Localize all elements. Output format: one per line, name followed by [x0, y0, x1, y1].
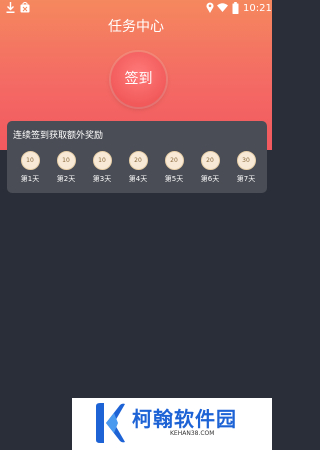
location-icon	[206, 2, 214, 13]
battery-icon	[232, 2, 239, 14]
watermark-url: KEHAN38.COM	[170, 430, 215, 437]
coin-icon: 20	[200, 151, 220, 170]
day-label: 第1天	[20, 175, 40, 183]
day-item: 10 第2天	[51, 151, 81, 184]
status-time: 10:21	[243, 3, 272, 14]
coin-icon: 20	[164, 151, 184, 170]
coin-icon: 10	[92, 151, 112, 170]
bag-icon	[20, 2, 30, 13]
day-label: 第4天	[128, 175, 148, 183]
download-icon	[6, 2, 15, 13]
day-item: 20 第4天	[123, 151, 153, 184]
watermark-name: 柯翰软件园	[132, 407, 237, 431]
day-item: 10 第3天	[87, 151, 117, 184]
day-label: 第3天	[92, 175, 112, 183]
coin-icon: 20	[128, 151, 148, 170]
day-item: 20 第6天	[195, 151, 225, 184]
day-item: 10 第1天	[15, 151, 45, 184]
day-label: 第2天	[56, 175, 76, 183]
page-title: 任务中心	[108, 19, 164, 35]
watermark-logo-icon	[96, 403, 125, 443]
coin-icon: 10	[56, 151, 76, 170]
watermark: 柯翰软件园 KEHAN38.COM	[72, 398, 272, 450]
reward-card: 连续签到获取额外奖励 10 第1天 10 第2天 10 第3天 20 第4天 2…	[7, 121, 267, 193]
checkin-button[interactable]: 签到	[111, 52, 166, 107]
day-label: 第6天	[200, 175, 220, 183]
day-label: 第7天	[236, 175, 256, 183]
day-item: 20 第5天	[159, 151, 189, 184]
coin-icon: 30	[236, 151, 256, 170]
day-item: 30 第7天	[231, 151, 261, 184]
day-label: 第5天	[164, 175, 184, 183]
reward-title: 连续签到获取额外奖励	[13, 131, 104, 141]
wifi-icon	[217, 3, 228, 12]
coin-icon: 10	[20, 151, 40, 170]
